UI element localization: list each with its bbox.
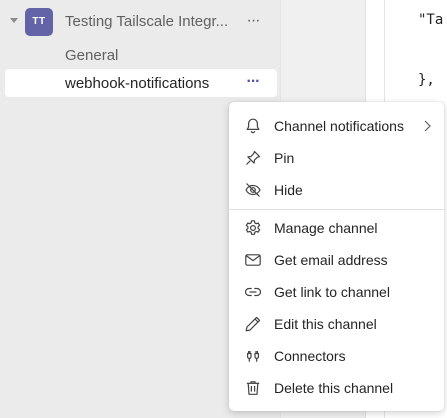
link-icon	[243, 282, 263, 302]
bell-icon	[243, 116, 263, 136]
code-line: "Ta	[418, 12, 444, 28]
menu-item-connectors[interactable]: Connectors	[229, 340, 444, 372]
chevron-right-icon	[419, 118, 435, 134]
menu-item-label: Get email address	[274, 252, 388, 268]
eye-hidden-icon	[243, 180, 263, 200]
team-name[interactable]: Testing Tailscale Integr...	[65, 13, 235, 30]
team-avatar: TT	[25, 8, 53, 36]
channel-label: webhook-notifications	[65, 75, 210, 92]
menu-item-label: Channel notifications	[274, 118, 404, 134]
mail-icon	[243, 250, 263, 270]
pencil-icon	[243, 314, 263, 334]
channel-more-options-button[interactable]: ···	[241, 71, 265, 93]
menu-item-pin[interactable]: Pin	[229, 142, 444, 174]
plug-icon	[243, 346, 263, 366]
collapse-caret-icon[interactable]	[10, 18, 18, 23]
team-more-options-button[interactable]: ···	[242, 10, 264, 32]
menu-item-hide[interactable]: Hide	[229, 174, 444, 206]
menu-item-label: Manage channel	[274, 220, 378, 236]
menu-item-channel-notifications[interactable]: Channel notifications	[229, 110, 444, 142]
gear-icon	[243, 218, 263, 238]
menu-item-label: Pin	[274, 150, 295, 166]
menu-item-get-link-to-channel[interactable]: Get link to channel	[229, 276, 444, 308]
pin-icon	[243, 148, 263, 168]
channel-item-general[interactable]: General	[65, 47, 118, 64]
menu-item-label: Edit this channel	[274, 316, 377, 332]
menu-item-get-email-address[interactable]: Get email address	[229, 244, 444, 276]
channel-context-menu: Channel notifications Pin Hide Manage ch…	[229, 102, 444, 411]
menu-item-label: Connectors	[274, 348, 346, 364]
menu-item-label: Hide	[274, 182, 303, 198]
channel-item-webhook-notifications[interactable]: webhook-notifications ···	[5, 69, 277, 97]
menu-item-label: Get link to channel	[274, 284, 390, 300]
menu-item-edit-this-channel[interactable]: Edit this channel	[229, 308, 444, 340]
menu-divider	[229, 209, 444, 210]
menu-item-label: Delete this channel	[274, 380, 394, 396]
code-line: },	[418, 72, 435, 88]
trash-icon	[243, 378, 263, 398]
team-header[interactable]: TT Testing Tailscale Integr... ···	[0, 4, 280, 40]
menu-item-manage-channel[interactable]: Manage channel	[229, 212, 444, 244]
menu-item-delete-this-channel[interactable]: Delete this channel	[229, 372, 444, 404]
